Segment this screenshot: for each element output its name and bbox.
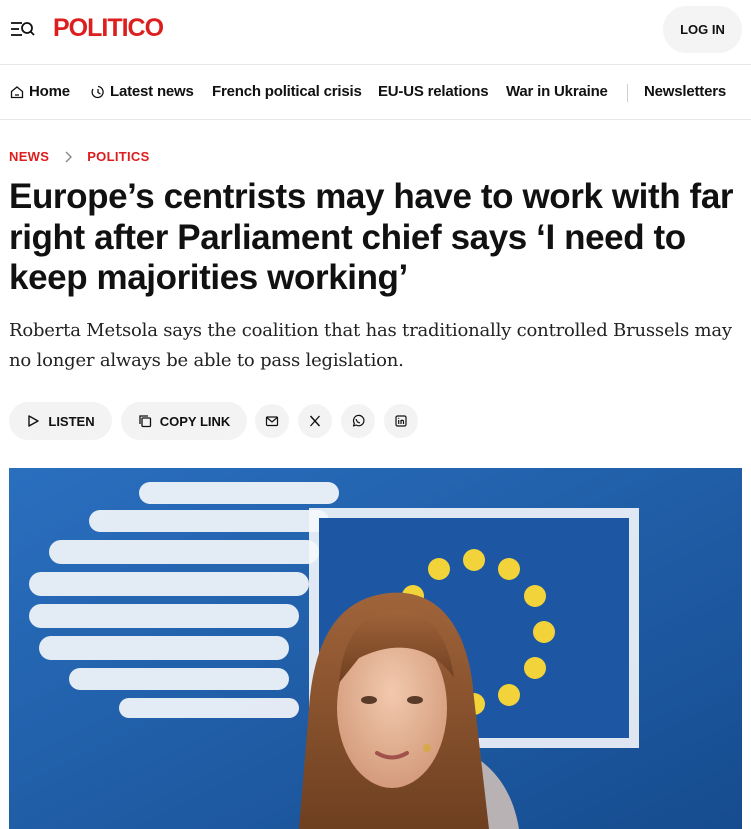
- whatsapp-icon: [352, 414, 365, 427]
- nav-item-label: EU-US relations: [378, 83, 489, 100]
- nav-item-eu-us-relations[interactable]: EU-US relations: [378, 83, 489, 100]
- nav-item-label: Newsletters: [644, 83, 727, 100]
- listen-button[interactable]: LISTEN: [9, 402, 112, 440]
- menu-search-icon[interactable]: [10, 18, 36, 40]
- copy-link-button[interactable]: COPY LINK: [121, 402, 247, 440]
- site-header: POLITICO LOG IN: [0, 0, 751, 65]
- linkedin-share-button[interactable]: [384, 404, 418, 438]
- chevron-right-icon: [65, 151, 73, 162]
- nav-item-french-political-crisis[interactable]: French political crisis: [212, 83, 362, 100]
- breadcrumb-politics[interactable]: POLITICS: [87, 149, 149, 164]
- whatsapp-share-button[interactable]: [341, 404, 375, 438]
- mail-icon: [265, 416, 279, 427]
- clock-icon: [91, 85, 104, 98]
- login-button[interactable]: LOG IN: [663, 6, 742, 53]
- nav-item-latest-news[interactable]: Latest news: [91, 83, 194, 100]
- nav-item-label: French political crisis: [212, 83, 362, 100]
- politico-logo[interactable]: POLITICO: [53, 14, 164, 43]
- nav-divider: [627, 84, 628, 102]
- nav-item-war-in-ukraine[interactable]: War in Ukraine: [506, 83, 608, 100]
- play-icon: [28, 415, 40, 427]
- hero-photo: ​: [9, 468, 742, 829]
- nav-item-label: Home: [29, 83, 70, 100]
- article-headline: Europe’s centrists may have to work with…: [9, 177, 734, 297]
- linkedin-icon: [395, 415, 407, 427]
- listen-label: LISTEN: [48, 413, 95, 429]
- nav-item-label: War in Ukraine: [506, 83, 608, 100]
- email-share-button[interactable]: [255, 404, 289, 438]
- home-icon: [10, 85, 24, 98]
- copy-link-label: COPY LINK: [159, 413, 231, 429]
- nav-item-label: Latest news: [110, 83, 194, 100]
- article-hero-image: ​: [9, 468, 742, 829]
- copy-icon: [139, 415, 151, 428]
- x-logo-icon: [309, 415, 321, 427]
- main-nav: Home Latest news French political crisis…: [0, 65, 751, 120]
- nav-item-newsletters[interactable]: Newsletters: [644, 83, 726, 100]
- x-share-button[interactable]: [298, 404, 332, 438]
- article-dek: Roberta Metsola says the coalition that …: [9, 320, 732, 371]
- breadcrumb-news[interactable]: NEWS: [9, 149, 49, 164]
- breadcrumb: NEWS POLITICS: [9, 149, 150, 164]
- nav-item-home[interactable]: Home: [10, 83, 70, 100]
